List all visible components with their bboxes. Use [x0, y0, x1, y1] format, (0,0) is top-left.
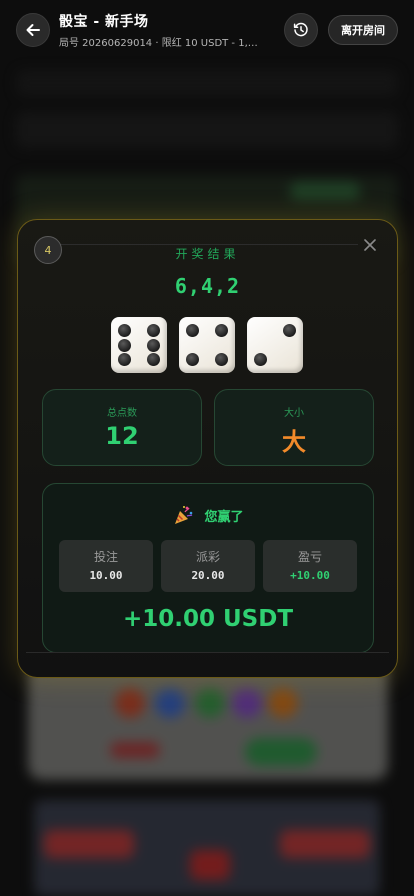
payout-value: 20.00 [191, 569, 225, 582]
die-pip [147, 324, 160, 337]
die-2 [179, 317, 235, 373]
size-card: 大小 大 [214, 389, 374, 466]
top-bar: 骰宝 - 新手场 局号 20260629014 · 限红 10 USDT - 1… [0, 0, 414, 60]
die-pip [118, 338, 131, 352]
die-3 [247, 317, 303, 373]
total-points-value: 12 [105, 422, 139, 450]
die-pip [186, 353, 199, 366]
result-numbers: 6,4,2 [174, 274, 241, 298]
dice-row [111, 317, 303, 373]
result-modal: 4 开奖结果 6,4,2 总点数 12 大小 大 您赢了 投注 10.00 派彩… [17, 219, 398, 678]
size-label: 大小 [284, 408, 304, 419]
total-points-label: 总点数 [107, 408, 137, 419]
size-value: 大 [282, 428, 306, 456]
win-panel: 您赢了 投注 10.00 派彩 20.00 盈亏 +10.00 +10.00 U… [42, 483, 374, 653]
die-pip [147, 353, 160, 366]
profit-label: 盈亏 [297, 550, 322, 564]
die-1 [111, 317, 167, 373]
win-total: +10.00 USDT [122, 606, 294, 632]
die-pip [186, 324, 199, 337]
bet-label: 投注 [93, 550, 118, 564]
profit-card: 盈亏 +10.00 [263, 540, 357, 592]
die-pip [147, 338, 160, 352]
payout-card: 派彩 20.00 [161, 540, 255, 592]
bet-value: 10.00 [89, 569, 123, 582]
history-clock-icon [293, 22, 308, 37]
die-pip [254, 353, 267, 366]
die-pip [215, 324, 228, 337]
result-label: 开奖结果 [175, 247, 240, 261]
page: 骰宝 - 新手场 局号 20260629014 · 限红 10 USDT - 1… [0, 0, 414, 896]
win-title: 您赢了 [204, 509, 244, 525]
back-button[interactable] [16, 13, 50, 47]
die-pip [215, 353, 228, 366]
arrow-left-icon [26, 24, 40, 36]
modal-bottom-divider [26, 652, 389, 653]
die-pip [118, 353, 131, 366]
profit-value: +10.00 [290, 569, 330, 582]
win-header: 您赢了 [43, 504, 373, 526]
total-points-card: 总点数 12 [42, 389, 202, 466]
party-popper-icon [175, 506, 193, 524]
die-pip [118, 324, 131, 337]
room-info: 骰宝 - 新手场 局号 20260629014 · 限红 10 USDT - 1… [59, 11, 284, 49]
room-subtitle: 局号 20260629014 · 限红 10 USDT - 1,00... [59, 38, 264, 49]
history-button[interactable] [284, 13, 318, 47]
die-pip [283, 324, 296, 337]
payout-label: 派彩 [195, 550, 220, 564]
leave-room-button[interactable]: 离开房间 [328, 15, 398, 45]
room-title: 骰宝 - 新手场 [59, 14, 149, 30]
bet-amount-card: 投注 10.00 [59, 540, 153, 592]
